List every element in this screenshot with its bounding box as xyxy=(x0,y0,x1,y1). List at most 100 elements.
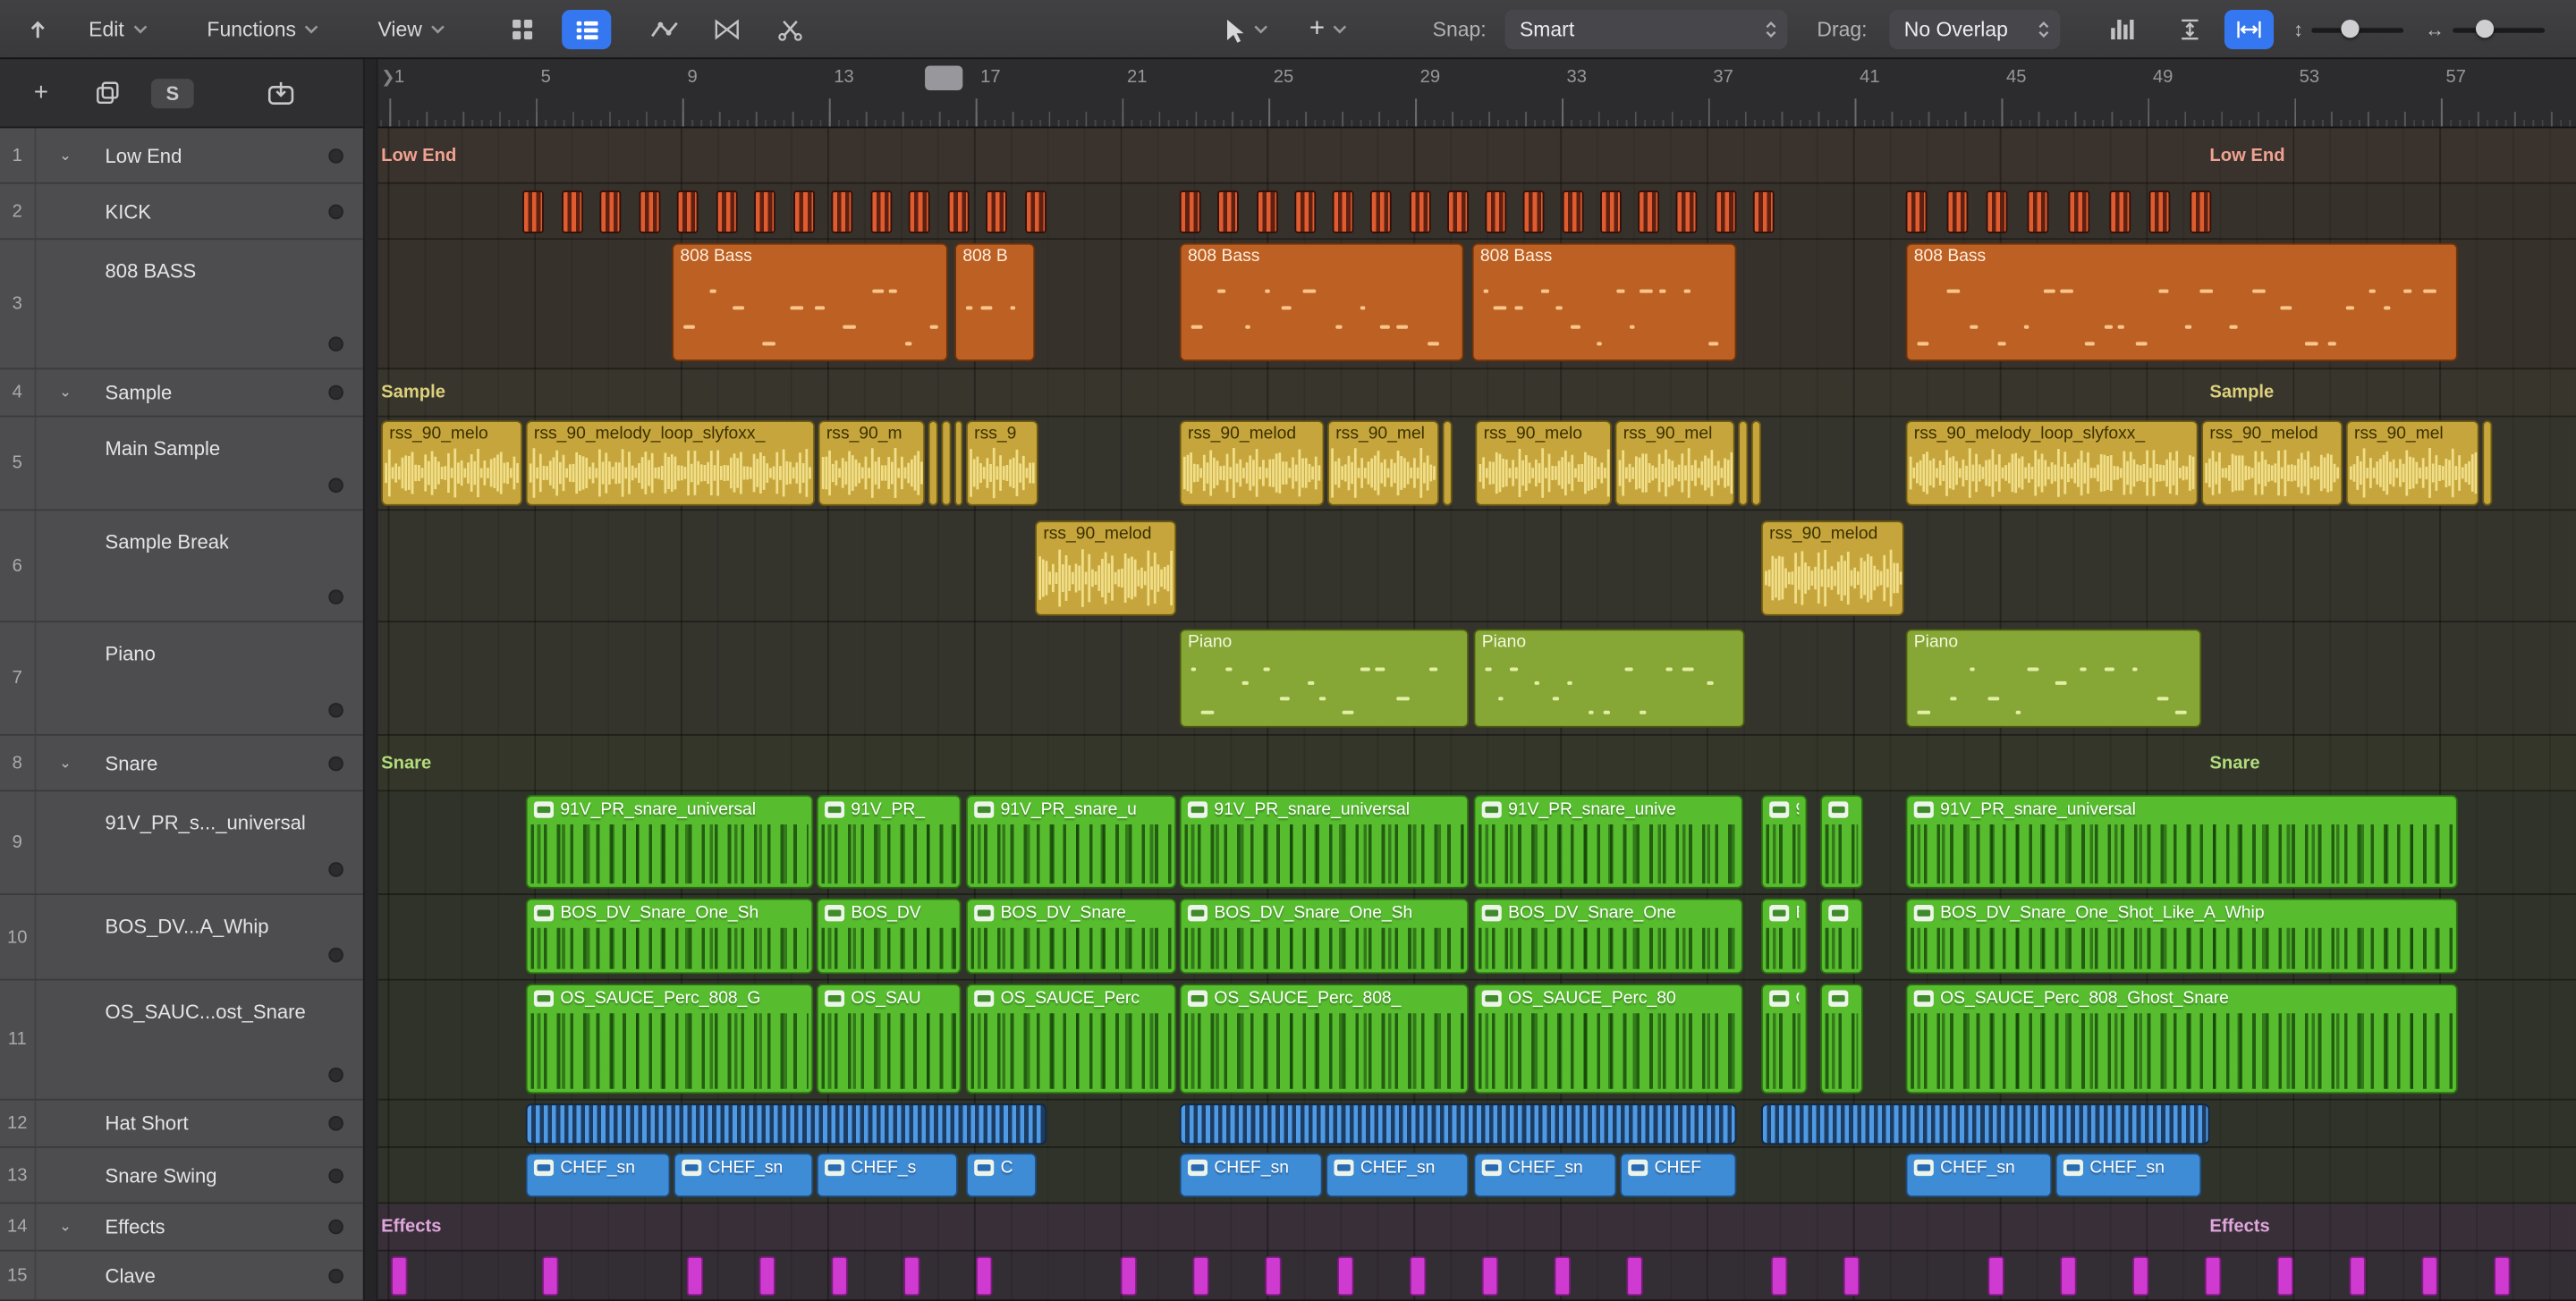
clave-region[interactable] xyxy=(391,1256,408,1297)
kick-region[interactable] xyxy=(1715,190,1737,233)
track-status-dot[interactable] xyxy=(328,477,343,494)
track-status-dot[interactable] xyxy=(328,1219,343,1235)
horizontal-zoom-knob[interactable] xyxy=(2475,20,2495,38)
track-status-dot[interactable] xyxy=(328,1267,343,1283)
vertical-zoom-knob[interactable] xyxy=(2341,20,2360,38)
track-header-sample-break[interactable]: 6 Sample Break xyxy=(0,511,363,623)
kick-region[interactable] xyxy=(2190,190,2212,233)
clave-region[interactable] xyxy=(2349,1256,2366,1297)
lane-low-end[interactable]: Low End Low End xyxy=(377,128,2576,184)
clave-region[interactable] xyxy=(2204,1256,2222,1297)
clave-region[interactable] xyxy=(2276,1256,2294,1297)
waveform-zoom-button[interactable] xyxy=(2097,10,2146,49)
audio-region[interactable]: rss_90_melo xyxy=(381,420,523,506)
clave-region[interactable] xyxy=(1554,1256,1571,1297)
track-header-kick[interactable]: 2 KICK xyxy=(0,183,363,241)
disclosure-triangle-icon[interactable]: ⌄ xyxy=(59,1218,72,1236)
track-header-piano[interactable]: 7 Piano xyxy=(0,622,363,736)
lane-snare-swing[interactable]: CHEF_sn CHEF_sn CHEF_s C CHEF_sn CHEF_sn CHEF_… xyxy=(377,1147,2576,1204)
kick-region[interactable] xyxy=(793,190,816,233)
snare-region[interactable]: BOS_DV_Snare_One xyxy=(1473,898,1743,975)
clave-region[interactable] xyxy=(1770,1256,1788,1297)
audio-region[interactable]: rss_90_melody_loop_slyfoxx_ xyxy=(1905,420,2199,506)
lane-91v-pr-s-universal[interactable]: 91V_PR_snare_universal 91V_PR_ 91V_PR_snar… xyxy=(377,791,2576,896)
kick-region[interactable] xyxy=(1599,190,1622,233)
disclosure-triangle-icon[interactable]: ⌄ xyxy=(59,384,72,401)
audio-region[interactable]: rss_90_mel xyxy=(1327,420,1439,506)
tracks-view-button[interactable] xyxy=(562,10,612,50)
clave-region[interactable] xyxy=(1843,1256,1860,1297)
clave-region[interactable] xyxy=(2060,1256,2077,1297)
kick-region[interactable] xyxy=(1675,190,1698,233)
track-status-dot[interactable] xyxy=(328,947,343,963)
snare-region[interactable]: 91V_PR_snare_universal xyxy=(525,794,814,889)
kick-region[interactable] xyxy=(2109,190,2131,233)
lane-os-sauc-ost-snare[interactable]: OS_SAUCE_Perc_808_G OS_SAU OS_SAUCE_Perc OS… xyxy=(377,980,2576,1101)
audio-region[interactable]: rss_90_mel xyxy=(2345,420,2479,506)
snare-region[interactable]: OS_SAUCE_Perc_808_G xyxy=(525,984,814,1094)
track-header-hat-short[interactable]: 12 Hat Short xyxy=(0,1100,363,1148)
grid-view-button[interactable] xyxy=(498,10,547,49)
snare-swing-region[interactable]: CHEF_sn xyxy=(525,1153,671,1197)
kick-region[interactable] xyxy=(1369,190,1392,233)
flex-tool-button[interactable] xyxy=(701,10,750,49)
track-status-dot[interactable] xyxy=(328,336,343,352)
audio-region[interactable]: rss_9 xyxy=(965,420,1038,506)
kick-region[interactable] xyxy=(1217,190,1239,233)
kick-region[interactable] xyxy=(1179,190,1201,233)
kick-region[interactable] xyxy=(1409,190,1431,233)
kick-region[interactable] xyxy=(522,190,544,233)
kick-region[interactable] xyxy=(1332,190,1354,233)
lane-main-sample[interactable]: rss_90_melo rss_90_melody_loop_slyfoxx_ rs… xyxy=(377,417,2576,511)
audio-region[interactable] xyxy=(1442,420,1453,506)
kick-region[interactable] xyxy=(2148,190,2171,233)
kick-region[interactable] xyxy=(639,190,661,233)
snare-region[interactable]: BOS_DV_Snare_One_Shot_Like_A_Whip xyxy=(1905,898,2458,975)
track-status-dot[interactable] xyxy=(328,703,343,718)
menu-view[interactable]: View xyxy=(377,0,445,59)
drag-select[interactable]: No Overlap xyxy=(1889,10,2061,50)
audio-region[interactable]: rss_90_m xyxy=(818,420,926,506)
kick-region[interactable] xyxy=(1257,190,1278,233)
horizontal-auto-zoom-button[interactable] xyxy=(2224,10,2275,50)
snare-region[interactable]: 91V_PR_snare_unive xyxy=(1473,794,1743,889)
clave-region[interactable] xyxy=(831,1256,848,1297)
clave-region[interactable] xyxy=(1409,1256,1427,1297)
clave-region[interactable] xyxy=(1987,1256,2004,1297)
snare-region[interactable]: BOS_DV xyxy=(816,898,962,975)
snare-swing-region[interactable]: CHEF_sn xyxy=(1905,1153,2053,1197)
track-status-dot[interactable] xyxy=(328,1116,343,1131)
clave-region[interactable] xyxy=(976,1256,993,1297)
midi-region-808[interactable]: 808 B xyxy=(954,242,1036,362)
snare-region[interactable]: 91V_PR_snare_universal xyxy=(1905,794,2458,889)
kick-region[interactable] xyxy=(1562,190,1584,233)
vertical-auto-zoom-button[interactable] xyxy=(2165,10,2215,49)
horizontal-zoom-slider[interactable] xyxy=(2453,20,2546,38)
snare-region[interactable]: 9 xyxy=(1760,794,1808,889)
kick-region[interactable] xyxy=(1447,190,1470,233)
kick-region[interactable] xyxy=(947,190,970,233)
clave-region[interactable] xyxy=(1481,1256,1499,1297)
lane-piano[interactable]: Piano Piano Piano xyxy=(377,622,2576,736)
kick-region[interactable] xyxy=(2027,190,2049,233)
audio-region[interactable] xyxy=(2482,420,2493,506)
kick-region[interactable] xyxy=(1294,190,1317,233)
automation-button[interactable] xyxy=(640,10,690,49)
audio-region[interactable]: rss_90_melod xyxy=(1179,420,1325,506)
vertical-zoom-slider[interactable] xyxy=(2311,20,2404,38)
snare-swing-region[interactable]: CHEF_sn xyxy=(1179,1153,1323,1197)
lane-clave[interactable] xyxy=(377,1251,2576,1301)
lane-hat-short[interactable] xyxy=(377,1100,2576,1148)
hat-region[interactable] xyxy=(525,1103,1046,1145)
kick-region[interactable] xyxy=(1905,190,1928,233)
clave-region[interactable] xyxy=(2132,1256,2149,1297)
snare-swing-region[interactable]: CHEF_s xyxy=(816,1153,958,1197)
snare-region[interactable]: 91V_PR_ xyxy=(816,794,962,889)
disclosure-triangle-icon[interactable]: ⌄ xyxy=(59,754,72,772)
audio-region[interactable] xyxy=(941,420,952,506)
track-status-dot[interactable] xyxy=(328,384,343,401)
track-header-clave[interactable]: 15 Clave xyxy=(0,1251,363,1301)
kick-region[interactable] xyxy=(1752,190,1775,233)
track-header-low-end[interactable]: 1 ⌄ Low End xyxy=(0,128,363,184)
split-tool-button[interactable] xyxy=(766,10,815,49)
